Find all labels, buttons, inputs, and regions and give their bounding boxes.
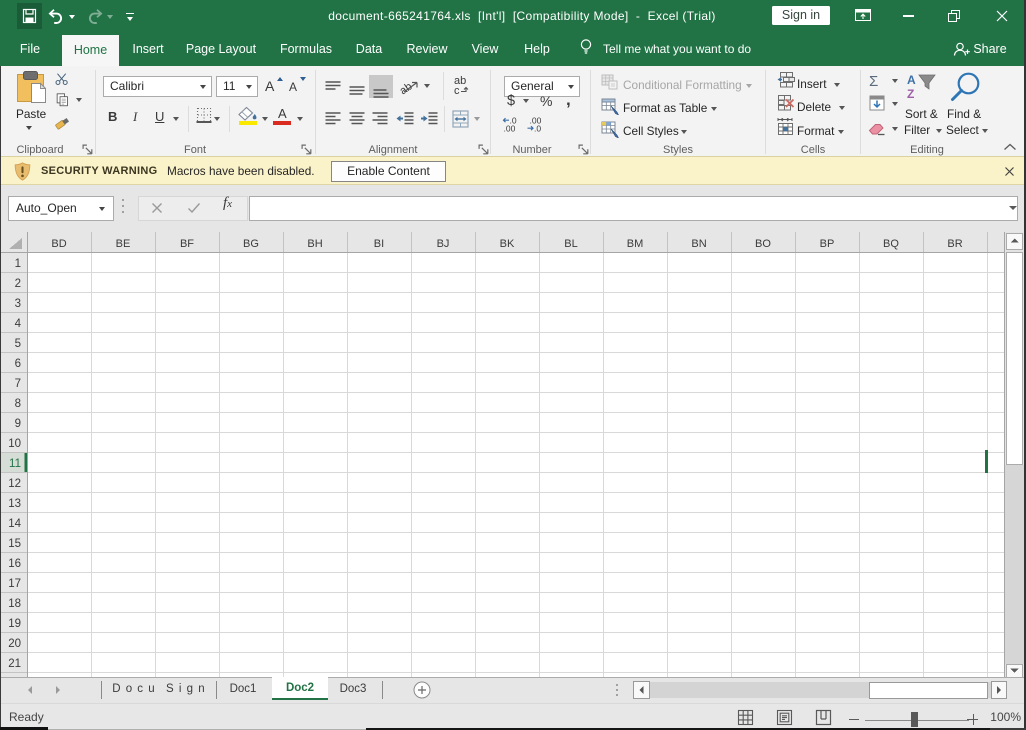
svg-text:4: 4: [15, 318, 22, 330]
svg-text:A: A: [907, 73, 916, 87]
svg-text:11: 11: [9, 458, 21, 470]
svg-text:BP: BP: [820, 238, 835, 250]
svg-text:BG: BG: [243, 238, 259, 250]
svg-text:BO: BO: [755, 238, 771, 250]
svg-text:15: 15: [8, 538, 21, 550]
svg-text:Z: Z: [907, 87, 914, 101]
svg-text:18: 18: [8, 598, 21, 610]
svg-text:19: 19: [8, 618, 21, 630]
svg-text:17: 17: [8, 578, 21, 590]
svg-text:9: 9: [15, 418, 21, 430]
svg-text:6: 6: [15, 358, 21, 370]
svg-text:BL: BL: [564, 238, 577, 250]
svg-text:BH: BH: [307, 238, 322, 250]
svg-text:8: 8: [15, 398, 21, 410]
svg-text:BE: BE: [116, 238, 131, 250]
svg-text:2: 2: [15, 278, 21, 290]
svg-text:5: 5: [15, 338, 21, 350]
svg-text:BR: BR: [947, 238, 962, 250]
svg-text:BN: BN: [691, 238, 706, 250]
svg-text:BK: BK: [500, 238, 515, 250]
svg-text:.0: .0: [534, 124, 541, 133]
svg-text:10: 10: [8, 438, 21, 450]
svg-text:13: 13: [8, 498, 21, 510]
svg-text:7: 7: [15, 378, 21, 390]
svg-text:14: 14: [8, 518, 21, 530]
svg-text:BJ: BJ: [437, 238, 450, 250]
svg-text:3: 3: [15, 298, 21, 310]
svg-text:.00: .00: [504, 124, 516, 133]
svg-text:BD: BD: [51, 238, 66, 250]
svg-text:c: c: [454, 85, 460, 97]
svg-text:12: 12: [8, 478, 21, 490]
svg-text:16: 16: [8, 558, 21, 570]
svg-text:BQ: BQ: [883, 238, 899, 250]
svg-text:BI: BI: [374, 238, 384, 250]
svg-text:21: 21: [8, 658, 21, 670]
svg-text:BF: BF: [180, 238, 194, 250]
svg-text:1: 1: [15, 258, 21, 270]
svg-text:20: 20: [8, 638, 21, 650]
svg-text:BM: BM: [627, 238, 644, 250]
